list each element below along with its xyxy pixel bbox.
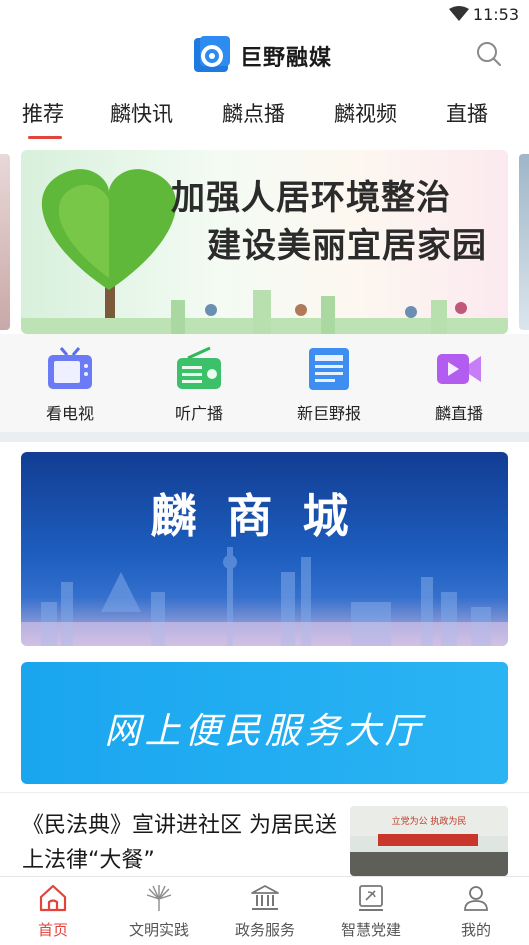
mall-title: 麟商城 <box>150 489 379 543</box>
banner-slide[interactable]: 加强人居环境整治 建设美丽宜居家园 <box>21 150 508 334</box>
live-video-icon <box>437 354 481 384</box>
quick-entry-newspaper[interactable]: 新巨野报 <box>274 344 384 430</box>
section-divider <box>0 432 529 442</box>
banner-carousel[interactable]: 加强人居环境整治 建设美丽宜居家园 <box>0 150 529 334</box>
quick-entry-radio[interactable]: 听广播 <box>144 344 254 430</box>
app-header: 巨野融媒 <box>0 30 529 86</box>
news-list-item[interactable]: 《民法典》宣讲进社区 为居民送上法律“大餐” 立党为公 执政为民 <box>0 800 529 876</box>
quick-entry-label: 听广播 <box>174 404 223 423</box>
tab-lin-vod[interactable]: 麟点播 <box>222 98 285 128</box>
newspaper-icon <box>309 348 349 390</box>
nav-civilization[interactable]: 文明实践 <box>106 877 212 945</box>
civilization-icon <box>146 885 172 911</box>
tab-live[interactable]: 直播 <box>446 98 488 128</box>
nav-label: 智慧党建 <box>340 921 401 939</box>
news-thumbnail: 立党为公 执政为民 <box>350 806 508 876</box>
party-building-icon <box>359 885 383 911</box>
quick-entry-live[interactable]: 麟直播 <box>404 344 514 430</box>
banner-headline-1: 加强人居环境整治 <box>171 178 451 218</box>
active-tab-indicator <box>28 136 62 139</box>
quick-entry-tv[interactable]: 看电视 <box>15 344 125 430</box>
nav-government[interactable]: 政务服务 <box>212 877 318 945</box>
search-icon[interactable] <box>475 40 503 68</box>
service-hall-title: 网上便民服务大厅 <box>104 711 425 752</box>
nav-home[interactable]: 首页 <box>0 877 106 945</box>
government-building-icon <box>251 885 279 910</box>
tab-recommend[interactable]: 推荐 <box>22 98 64 128</box>
home-icon <box>39 884 67 912</box>
status-bar: 11:53 <box>0 0 529 30</box>
bottom-navigation: 首页 文明实践 政务服务 智慧党建 我的 <box>0 876 529 945</box>
next-slide-peek <box>519 154 529 330</box>
app-title: 巨野融媒 <box>240 46 333 71</box>
nav-label: 首页 <box>37 921 68 939</box>
quick-entry-label: 新巨野报 <box>296 404 361 423</box>
app-logo-icon <box>194 36 230 72</box>
nav-label: 政务服务 <box>234 921 295 939</box>
nav-party-building[interactable]: 智慧党建 <box>318 877 424 945</box>
nav-label: 我的 <box>460 921 491 939</box>
channel-tabs: 推荐 麟快讯 麟点播 麟视频 直播 <box>0 92 529 140</box>
nav-label: 文明实践 <box>128 921 189 939</box>
tv-icon <box>48 347 92 389</box>
quick-entry-label: 看电视 <box>45 404 94 423</box>
radio-icon <box>177 346 221 389</box>
tab-lin-video[interactable]: 麟视频 <box>334 98 397 128</box>
section-divider <box>0 792 529 793</box>
user-icon <box>464 886 488 911</box>
mall-banner[interactable]: 麟商城 <box>21 452 508 646</box>
banner-headline-2: 建设美丽宜居家园 <box>207 226 487 266</box>
service-hall-banner[interactable]: 网上便民服务大厅 <box>21 662 508 784</box>
thumbnail-slogan: 立党为公 执政为民 <box>391 817 467 827</box>
status-time: 11:53 <box>472 5 519 24</box>
wifi-icon <box>449 6 469 21</box>
quick-entry-grid: 看电视 听广播 新巨野报 麟直播 <box>0 334 529 432</box>
tab-lin-news[interactable]: 麟快讯 <box>110 98 173 128</box>
news-title: 《民法典》宣讲进社区 为居民送上法律“大餐” <box>22 813 337 873</box>
nav-profile[interactable]: 我的 <box>423 877 529 945</box>
prev-slide-peek <box>0 154 10 330</box>
quick-entry-label: 麟直播 <box>434 404 483 423</box>
